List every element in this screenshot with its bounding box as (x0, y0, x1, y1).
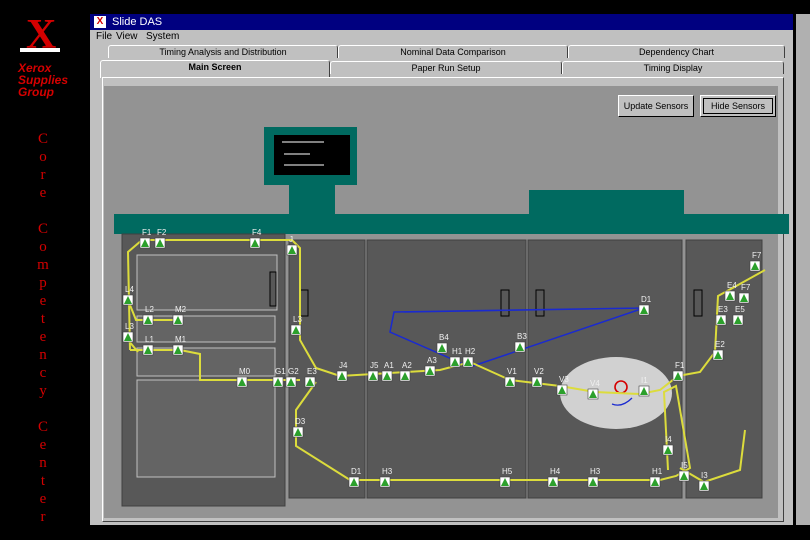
sensor-label: H3 (590, 467, 601, 476)
sensor-label: H1 (452, 347, 463, 356)
sensor-l3-13[interactable]: L3 (122, 322, 134, 343)
sensor-label: A3 (427, 356, 437, 365)
sensor-l1-17[interactable]: L1 (142, 335, 154, 356)
sensor-label: B4 (439, 333, 449, 342)
sensor-f7-4[interactable]: F7 (749, 251, 762, 272)
monitor-icon (264, 127, 357, 215)
sensor-f1-22[interactable]: F1 (672, 361, 685, 382)
sensor-label: J5 (370, 361, 379, 370)
sensor-label: G2 (288, 367, 299, 376)
sensor-label: L4 (125, 285, 134, 294)
sensor-label: E4 (727, 281, 737, 290)
sensor-label: L2 (145, 305, 154, 314)
sensor-label: I5 (681, 461, 688, 470)
sensor-label: G1 (275, 367, 286, 376)
sensor-label: J (289, 235, 293, 244)
sensor-label: M2 (175, 305, 187, 314)
sensor-label: H3 (382, 467, 393, 476)
sensor-label: V3 (559, 375, 569, 384)
sensor-label: F7 (741, 283, 751, 292)
sensor-l3-14[interactable]: L3 (290, 315, 302, 336)
sensor-label: H5 (502, 467, 513, 476)
sensor-f2-1[interactable]: F2 (154, 228, 167, 249)
sensor-label: V4 (590, 379, 600, 388)
sensor-label: I4 (665, 435, 672, 444)
sensor-i3-46[interactable]: I3 (698, 471, 710, 492)
sensor-label: V1 (507, 367, 517, 376)
sensor-j4-27[interactable]: J4 (336, 361, 348, 382)
sensor-label: L3 (125, 322, 134, 331)
sensor-j-3[interactable]: J (286, 235, 298, 256)
sensor-label: I1 (641, 376, 648, 385)
sensor-label: E5 (735, 305, 745, 314)
machine-diagram: F1 F2 F4 J F7 L4 E4 F7 D1 L2 M2 E3 E5 L3 L3 B4 B3 L1 M1 E2 H… (114, 127, 789, 507)
sensor-label: B3 (517, 332, 527, 341)
sensor-label: F2 (157, 228, 167, 237)
sensor-label: H1 (652, 467, 663, 476)
sensor-label: H4 (550, 467, 561, 476)
sensor-label: M1 (175, 335, 187, 344)
sensor-label: J4 (339, 361, 348, 370)
machine-top-module (529, 190, 684, 216)
sensor-label: L1 (145, 335, 154, 344)
sensor-label: D1 (351, 467, 362, 476)
sensor-label: F1 (142, 228, 152, 237)
sensor-label: L3 (293, 315, 302, 324)
sensor-label: D1 (641, 295, 652, 304)
sensor-f1-0[interactable]: F1 (139, 228, 152, 249)
sensor-j5-28[interactable]: J5 (367, 361, 379, 382)
sensor-label: A2 (402, 361, 412, 370)
sensor-label: D3 (295, 417, 306, 426)
machine-top-bar (114, 214, 789, 234)
sensor-label: F7 (752, 251, 762, 260)
sensor-label: I3 (701, 471, 708, 480)
sensor-label: H2 (465, 347, 476, 356)
sensor-label: A1 (384, 361, 394, 370)
sensor-label: E3 (718, 305, 728, 314)
sensor-label: V2 (534, 367, 544, 376)
sensor-i4-38[interactable]: I4 (662, 435, 674, 456)
sensor-l2-9[interactable]: L2 (142, 305, 154, 326)
sensor-i5-45[interactable]: I5 (678, 461, 690, 482)
sensor-i1-36[interactable]: I1 (638, 376, 650, 397)
sensor-label: F1 (675, 361, 685, 370)
sensor-f7-7[interactable]: F7 (738, 283, 751, 304)
sensor-l4-5[interactable]: L4 (122, 285, 134, 306)
sensor-label: E3 (307, 367, 317, 376)
sensor-label: E2 (715, 340, 725, 349)
sensor-label: M0 (239, 367, 251, 376)
sensor-label: F4 (252, 228, 262, 237)
sensor-f4-2[interactable]: F4 (249, 228, 262, 249)
